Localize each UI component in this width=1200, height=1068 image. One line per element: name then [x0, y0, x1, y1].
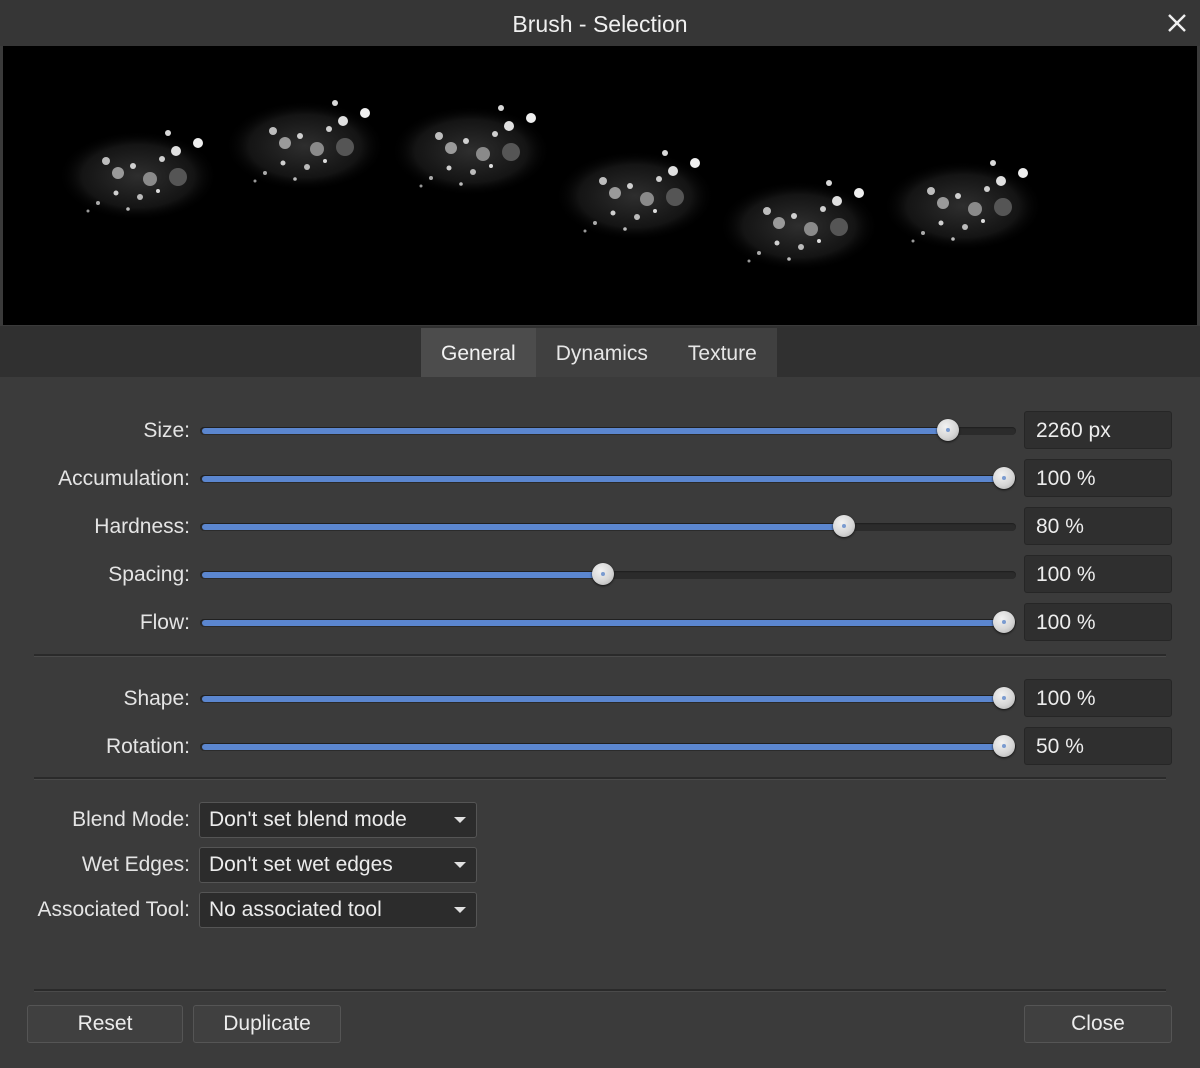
divider — [34, 654, 1166, 657]
associated-tool-value: No associated tool — [209, 898, 382, 921]
chevron-down-icon — [454, 907, 466, 913]
rotation-value-field[interactable]: 50 % — [1024, 727, 1172, 765]
flow-slider-fill — [202, 620, 1004, 626]
size-row: Size: 2260 px — [0, 411, 1200, 451]
spacing-label: Spacing: — [108, 563, 190, 586]
wet-edges-label: Wet Edges: — [81, 853, 190, 876]
spacing-slider-fill — [202, 572, 603, 578]
rotation-slider-knob[interactable] — [993, 735, 1015, 757]
hardness-slider-knob[interactable] — [832, 515, 855, 537]
close-button[interactable]: Close — [1024, 1005, 1172, 1043]
flow-row: Flow: 100 % — [0, 603, 1200, 643]
shape-slider[interactable] — [200, 687, 1016, 709]
rotation-row: Rotation: 50 % — [0, 727, 1200, 767]
associated-tool-row: Associated Tool: No associated tool — [0, 892, 1200, 930]
wet-edges-row: Wet Edges: Don't set wet edges — [0, 847, 1200, 885]
spacing-slider-knob[interactable] — [592, 563, 614, 585]
hardness-slider-fill — [202, 524, 844, 530]
tab-general[interactable]: General — [421, 328, 536, 377]
size-value-field[interactable]: 2260 px — [1024, 411, 1172, 449]
associated-tool-label: Associated Tool: — [37, 898, 190, 921]
size-slider-fill — [202, 428, 948, 434]
shape-value-field[interactable]: 100 % — [1024, 679, 1172, 717]
rotation-slider-fill — [202, 744, 1004, 750]
wet-edges-value: Don't set wet edges — [209, 853, 393, 876]
blend-mode-label: Blend Mode: — [72, 808, 190, 831]
accumulation-label: Accumulation: — [58, 467, 190, 490]
accumulation-value-field[interactable]: 100 % — [1024, 459, 1172, 497]
rotation-label: Rotation: — [105, 735, 190, 758]
window-title: Brush - Selection — [512, 11, 688, 37]
tab-bar: General Dynamics Texture — [421, 328, 777, 377]
blend-mode-row: Blend Mode: Don't set blend mode — [0, 802, 1200, 840]
flow-slider-knob[interactable] — [993, 611, 1015, 633]
flow-value-field[interactable]: 100 % — [1024, 603, 1172, 641]
flow-slider[interactable] — [200, 611, 1016, 633]
divider — [34, 989, 1166, 992]
title-bar: Brush - Selection — [0, 0, 1200, 46]
shape-row: Shape: 100 % — [0, 679, 1200, 719]
shape-slider-fill — [202, 696, 1004, 702]
tab-texture[interactable]: Texture — [667, 328, 777, 377]
shape-slider-knob[interactable] — [993, 687, 1015, 709]
divider — [34, 777, 1166, 780]
accumulation-slider-fill — [202, 476, 1004, 482]
accumulation-slider[interactable] — [200, 467, 1016, 489]
tab-dynamics[interactable]: Dynamics — [535, 328, 668, 377]
close-icon[interactable] — [1164, 10, 1190, 36]
blend-mode-dropdown[interactable]: Don't set blend mode — [199, 802, 477, 838]
size-slider[interactable] — [200, 419, 1016, 441]
size-label: Size: — [143, 419, 190, 442]
hardness-label: Hardness: — [94, 515, 190, 538]
hardness-value-field[interactable]: 80 % — [1024, 507, 1172, 545]
chevron-down-icon — [454, 817, 466, 823]
flow-label: Flow: — [139, 611, 190, 634]
chevron-down-icon — [454, 862, 466, 868]
associated-tool-dropdown[interactable]: No associated tool — [199, 892, 477, 928]
wet-edges-dropdown[interactable]: Don't set wet edges — [199, 847, 477, 883]
hardness-slider[interactable] — [200, 515, 1016, 537]
duplicate-button[interactable]: Duplicate — [193, 1005, 341, 1043]
accumulation-row: Accumulation: 100 % — [0, 459, 1200, 499]
shape-label: Shape: — [123, 687, 190, 710]
accumulation-slider-knob[interactable] — [993, 467, 1015, 489]
hardness-row: Hardness: 80 % — [0, 507, 1200, 547]
spacing-slider[interactable] — [200, 563, 1016, 585]
rotation-slider[interactable] — [200, 735, 1016, 757]
brush-stroke-preview — [3, 46, 1197, 325]
spacing-row: Spacing: 100 % — [0, 555, 1200, 595]
reset-button[interactable]: Reset — [27, 1005, 183, 1043]
size-slider-knob[interactable] — [936, 419, 959, 441]
spacing-value-field[interactable]: 100 % — [1024, 555, 1172, 593]
blend-mode-value: Don't set blend mode — [209, 808, 407, 831]
